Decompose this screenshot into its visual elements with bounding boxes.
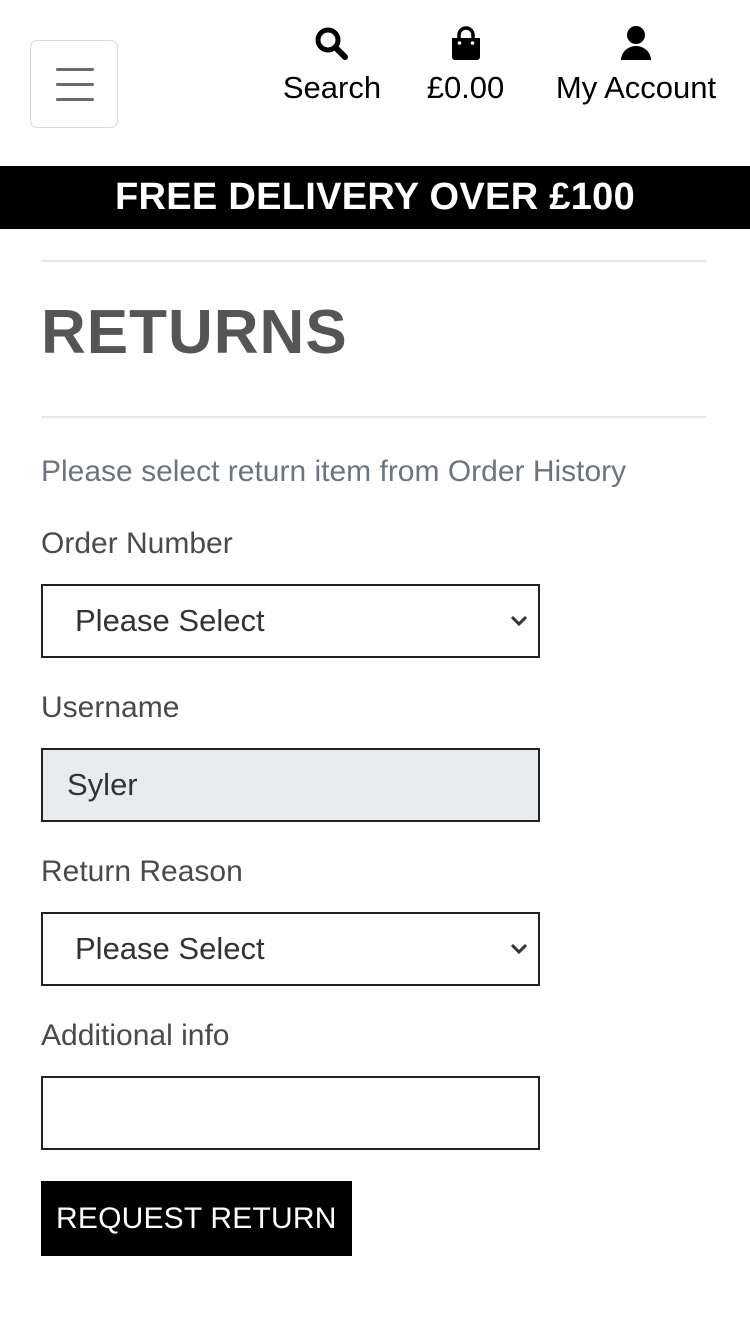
chevron-down-icon [510,943,528,955]
username-field: Syler [41,748,540,822]
divider [41,416,706,418]
username-label: Username [41,691,180,724]
page-title: RETURNS [41,298,348,367]
hamburger-icon-bar [56,98,94,101]
order-number-label: Order Number [41,527,233,560]
nav-search-label: Search [282,70,382,105]
return-reason-label: Return Reason [41,855,243,888]
search-icon [315,27,348,60]
shopping-bag-icon [451,26,480,60]
nav-account-link[interactable]: My Account [540,24,732,108]
return-reason-value: Please Select [75,931,265,966]
divider [41,260,706,262]
user-icon [621,26,651,60]
request-return-button[interactable]: REQUEST RETURN [41,1181,352,1256]
return-reason-select[interactable]: Please Select [41,912,540,986]
order-number-select[interactable]: Please Select [41,584,540,658]
hamburger-icon-bar [56,83,94,86]
nav-search-link[interactable]: Search [276,24,388,108]
additional-info-label: Additional info [41,1019,230,1052]
returns-form: Order Number Please Select Username Syle… [41,524,706,1256]
hamburger-icon [56,68,94,71]
free-delivery-banner: FREE DELIVERY OVER £100 [0,166,750,229]
additional-info-input[interactable] [41,1076,540,1150]
nav-account-label: My Account [555,70,717,105]
returns-intro-text: Please select return item from Order His… [41,455,627,488]
nav-bag-link[interactable]: £0.00 [418,24,513,108]
order-number-value: Please Select [75,603,265,638]
returns-content: RETURNS Please select return item from O… [0,260,750,1256]
chevron-down-icon [510,615,528,627]
menu-toggle-button[interactable] [30,40,118,128]
nav-bag-total: £0.00 [426,70,505,105]
username-value: Syler [67,767,138,802]
site-header: Search £0.00 My Account [0,0,750,166]
